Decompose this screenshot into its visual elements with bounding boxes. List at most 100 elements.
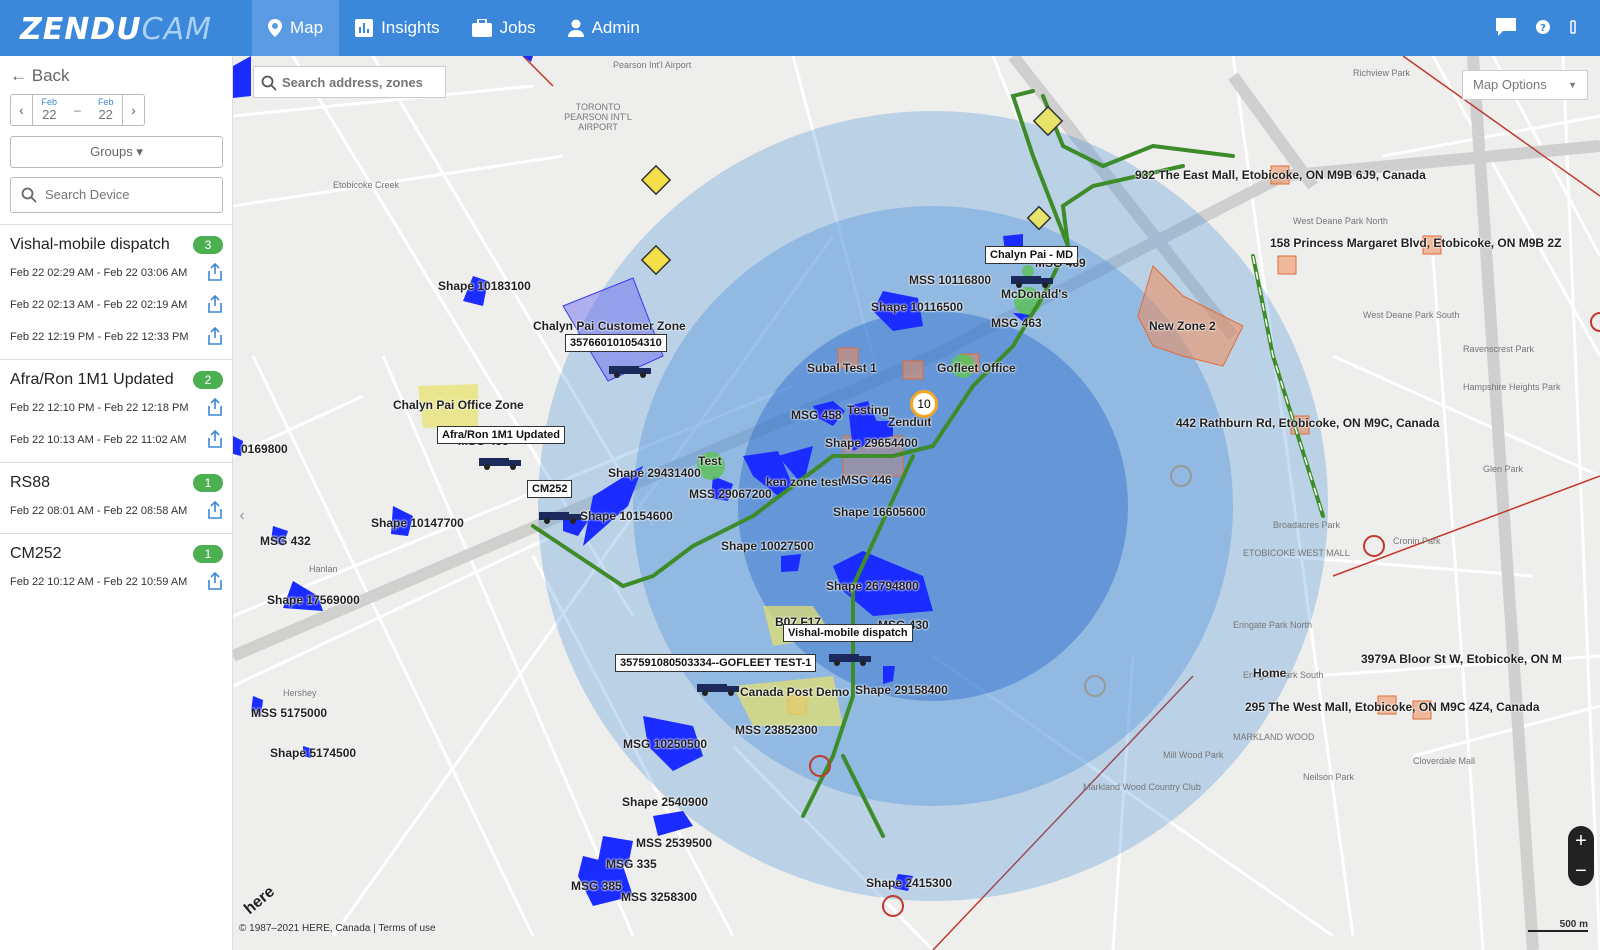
map-label[interactable]: MSG 463 xyxy=(991,316,1042,330)
map-label[interactable]: MSS 10116800 xyxy=(909,273,991,287)
share-icon[interactable] xyxy=(207,397,223,419)
map-label[interactable]: McDonald's xyxy=(1001,287,1068,301)
trip-row[interactable]: Feb 22 10:13 AM - Feb 22 11:02 AM xyxy=(10,424,223,456)
map-label[interactable]: Gofleet Office xyxy=(937,361,1016,375)
tag-chalyn-pai-md[interactable]: Chalyn Pai - MD xyxy=(985,246,1079,264)
map-label[interactable]: 295 The West Mall, Etobicoke, ON M9C 4Z4… xyxy=(1245,700,1540,714)
collapse-sidebar-button[interactable]: ‹ xyxy=(233,496,251,536)
map-label[interactable]: MSG 446 xyxy=(841,473,892,487)
map-label[interactable]: Shape 26794800 xyxy=(826,579,919,593)
map-label[interactable]: MSG 385 xyxy=(571,879,622,893)
map-label[interactable]: Testing xyxy=(847,403,889,417)
share-icon[interactable] xyxy=(207,571,223,593)
map-label[interactable]: Test xyxy=(698,454,722,468)
chat-icon[interactable] xyxy=(1496,18,1516,41)
map-label[interactable]: Shape 29431400 xyxy=(608,466,701,480)
map-label[interactable]: Shape 10183100 xyxy=(438,279,531,293)
map-options-dropdown[interactable]: Map Options ▼ xyxy=(1462,70,1588,100)
groups-dropdown[interactable]: Groups ▾ xyxy=(10,136,223,168)
map-label[interactable]: Shape 10154600 xyxy=(580,509,673,523)
zenducam-logo[interactable]: ZENDUCAM xyxy=(20,12,212,47)
device-name[interactable]: Vishal-mobile dispatch xyxy=(10,236,170,254)
map-label[interactable]: MSS 23852300 xyxy=(735,723,818,737)
map-label[interactable]: Shape 2540900 xyxy=(622,795,708,809)
trip-row[interactable]: Feb 22 12:10 PM - Feb 22 12:18 PM xyxy=(10,392,223,424)
map-label[interactable]: Shape 10147700 xyxy=(371,516,464,530)
truck-icon[interactable] xyxy=(609,362,653,378)
back-button[interactable]: ← Back xyxy=(10,66,70,86)
map-view[interactable]: Pearson Int'l Airport TORONTO PEARSON IN… xyxy=(233,56,1600,950)
map-label[interactable]: Shape 2415300 xyxy=(866,876,952,890)
map-label[interactable]: MSG 458 xyxy=(791,408,842,422)
map-label[interactable]: 442 Rathburn Rd, Etobicoke, ON M9C, Cana… xyxy=(1176,416,1439,430)
nav-insights[interactable]: Insights xyxy=(339,0,456,56)
map-label[interactable]: Chalyn Pai Customer Zone xyxy=(533,319,686,333)
prev-date-button[interactable]: ‹ xyxy=(11,95,33,125)
map-label[interactable]: Shape 16605600 xyxy=(833,505,926,519)
cluster-marker[interactable]: 10 xyxy=(910,390,938,418)
truck-icon[interactable] xyxy=(697,680,741,696)
truck-icon[interactable] xyxy=(1011,272,1055,288)
trip-row[interactable]: Feb 22 08:01 AM - Feb 22 08:58 AM xyxy=(10,495,223,527)
nav-jobs[interactable]: Jobs xyxy=(456,0,552,56)
tag-afra-ron[interactable]: Afra/Ron 1M1 Updated xyxy=(437,426,565,444)
map-label[interactable]: 0169800 xyxy=(241,442,288,456)
trip-row[interactable]: Feb 22 12:19 PM - Feb 22 12:33 PM xyxy=(10,321,223,353)
nav-map[interactable]: Map xyxy=(252,0,340,56)
map-label[interactable]: 932 The East Mall, Etobicoke, ON M9B 6J9… xyxy=(1135,168,1426,182)
zoom-out-button[interactable]: − xyxy=(1568,856,1594,886)
map-search-input[interactable] xyxy=(282,75,442,90)
device-header[interactable]: CM252 1 xyxy=(10,542,223,566)
map-label[interactable]: Shape 17569000 xyxy=(267,593,360,607)
more-vertical-icon[interactable] xyxy=(1570,19,1576,40)
tag-cm252[interactable]: CM252 xyxy=(527,480,573,498)
truck-icon[interactable] xyxy=(829,650,873,666)
trip-row[interactable]: Feb 22 02:29 AM - Feb 22 03:06 AM xyxy=(10,257,223,289)
map-label[interactable]: Shape 5174500 xyxy=(270,746,356,760)
map-label[interactable]: Chalyn Pai Office Zone xyxy=(393,398,524,412)
device-header[interactable]: Vishal-mobile dispatch 3 xyxy=(10,233,223,257)
share-icon[interactable] xyxy=(207,429,223,451)
map-canvas[interactable] xyxy=(233,56,1600,950)
map-label[interactable]: Shape 10116500 xyxy=(871,300,963,314)
map-label[interactable]: MSG 432 xyxy=(260,534,311,548)
share-icon[interactable] xyxy=(207,500,223,522)
map-label[interactable]: 158 Princess Margaret Blvd, Etobicoke, O… xyxy=(1270,236,1561,250)
tag-gofleet-test-1[interactable]: 357591080503334--GOFLEET TEST-1 xyxy=(615,654,817,672)
date-display[interactable]: Feb 22 – Feb 22 xyxy=(33,95,122,125)
truck-icon[interactable] xyxy=(539,508,583,524)
device-item[interactable]: Vishal-mobile dispatch 3 Feb 22 02:29 AM -… xyxy=(0,224,233,359)
tag-vishal-mobile-dispatch[interactable]: Vishal-mobile dispatch xyxy=(783,624,913,642)
zoom-in-button[interactable]: + xyxy=(1568,826,1594,856)
map-label[interactable]: MSS 2539500 xyxy=(636,836,712,850)
map-label[interactable]: Shape 10027500 xyxy=(721,539,814,553)
share-icon[interactable] xyxy=(207,326,223,348)
device-item[interactable]: RS88 1 Feb 22 08:01 AM - Feb 22 08:58 AM xyxy=(0,462,233,533)
device-header[interactable]: Afra/Ron 1M1 Updated 2 xyxy=(10,368,223,392)
map-label[interactable]: MSS 29067200 xyxy=(689,487,772,501)
device-name[interactable]: Afra/Ron 1M1 Updated xyxy=(10,371,174,389)
map-label[interactable]: MSG 10250500 xyxy=(623,737,707,751)
map-label[interactable]: Shape 29158400 xyxy=(855,683,948,697)
help-icon[interactable]: ? xyxy=(1536,20,1550,39)
terms-of-use-link[interactable]: Terms of use xyxy=(378,923,435,934)
device-name[interactable]: CM252 xyxy=(10,545,62,563)
search-device-input[interactable] xyxy=(45,187,215,202)
map-label[interactable]: Home xyxy=(1253,666,1286,680)
map-label[interactable]: Canada Post Demo xyxy=(740,685,849,699)
map-label[interactable]: MSG 335 xyxy=(606,857,657,871)
map-label[interactable]: MSS 3258300 xyxy=(621,890,697,904)
map-label[interactable]: 3979A Bloor St W, Etobicoke, ON M xyxy=(1361,652,1562,666)
trip-row[interactable]: Feb 22 02:13 AM - Feb 22 02:19 AM xyxy=(10,289,223,321)
tag-357660101054310[interactable]: 357660101054310 xyxy=(565,334,667,352)
map-label[interactable]: MSS 5175000 xyxy=(251,706,327,720)
map-label[interactable]: New Zone 2 xyxy=(1149,319,1216,333)
map-label[interactable]: Shape 29654400 xyxy=(825,436,918,450)
map-label[interactable]: ken zone test xyxy=(766,475,842,489)
nav-admin[interactable]: Admin xyxy=(552,0,656,56)
next-date-button[interactable]: › xyxy=(122,95,144,125)
map-label[interactable]: Subal Test 1 xyxy=(807,361,877,375)
device-name[interactable]: RS88 xyxy=(10,474,50,492)
share-icon[interactable] xyxy=(207,262,223,284)
trip-row[interactable]: Feb 22 10:12 AM - Feb 22 10:59 AM xyxy=(10,566,223,598)
